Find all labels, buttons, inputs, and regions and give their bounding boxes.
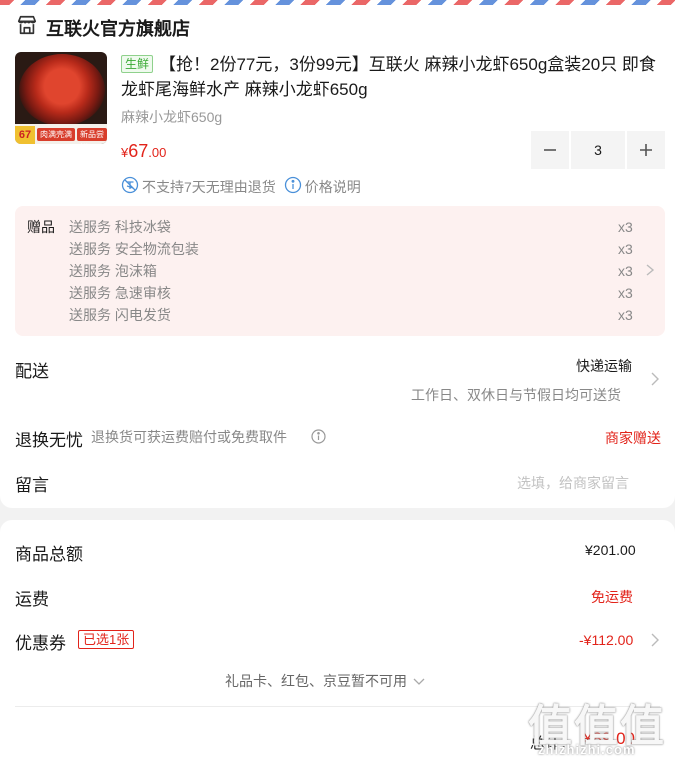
shop-header[interactable]: 互联火官方旗舰店 — [16, 14, 190, 41]
product-spec[interactable]: 麻辣小龙虾650g — [121, 107, 222, 127]
minus-icon — [544, 149, 556, 151]
gift-qty: x3 — [618, 241, 633, 257]
fresh-tag: 生鲜 — [121, 55, 154, 73]
coupon-value[interactable]: -¥112.00 — [579, 632, 633, 648]
shop-name: 互联火官方旗舰店 — [46, 18, 190, 39]
chevron-right-icon — [646, 264, 655, 276]
gift-qty: x3 — [618, 307, 633, 323]
total-value: ¥201.00 — [585, 542, 636, 558]
image-price-badge: 67 — [15, 126, 35, 144]
gift-item: 送服务 科技冰袋 — [69, 219, 171, 235]
shipping-value: 免运费 — [591, 589, 633, 605]
store-icon — [16, 14, 38, 41]
gift-qty: x3 — [618, 219, 633, 235]
delivery-note: 工作日、双休日与节假日均可送货 — [411, 387, 621, 403]
gift-qty: x3 — [618, 285, 633, 301]
product-title[interactable]: 生鲜 【抢！2份77元，3份99元】互联火 麻辣小龙虾650g盒装20只 即食龙虾… — [121, 52, 661, 102]
gift-panel[interactable]: 赠品 送服务 科技冰袋 x3 送服务 安全物流包装 x3 送服务 泡沫箱 x3 … — [15, 206, 665, 336]
gift-item: 送服务 闪电发货 — [69, 307, 171, 323]
product-title-text: 【抢！2份77元，3份99元】互联火 麻辣小龙虾650g盒装20只 即食龙虾尾海… — [121, 55, 656, 99]
returns-desc: 退换货可获运费赔付或免费取件 — [91, 429, 287, 445]
coupon-tag[interactable]: 已选1张 — [78, 630, 135, 649]
delivery-method[interactable]: 快递运输 — [576, 356, 632, 376]
info-icon[interactable] — [284, 176, 305, 197]
decrement-button[interactable] — [531, 131, 569, 169]
delivery-label: 配送 — [15, 362, 49, 381]
chevron-right-icon[interactable] — [649, 632, 661, 648]
no-return-text: 不支持7天无理由退货 — [142, 178, 276, 195]
chevron-right-icon[interactable] — [649, 371, 661, 387]
quantity-stepper: 3 — [531, 131, 665, 169]
message-input[interactable]: 选填，给商家留言 — [517, 473, 629, 493]
product-image[interactable]: 67 肉满壳满 新品尝鲜 — [15, 52, 107, 144]
watermark-site: zhizhizhi.com — [538, 742, 636, 757]
airmail-stripe — [0, 0, 675, 5]
gift-item: 送服务 泡沫箱 — [69, 263, 157, 279]
gift-item: 送服务 急速审核 — [69, 285, 171, 301]
site-watermark: 值 值 值 zhizhizhi.com — [528, 690, 668, 757]
gift-label: 赠品 — [27, 219, 55, 235]
chevron-down-icon — [413, 678, 425, 685]
coupon-label: 优惠券 — [15, 634, 66, 653]
message-label: 留言 — [15, 476, 49, 495]
image-tag: 肉满壳满 — [37, 128, 75, 141]
quantity-input[interactable]: 3 — [571, 131, 625, 169]
info-icon[interactable] — [311, 429, 326, 449]
product-price: ¥67.00 — [121, 141, 167, 161]
gift-qty: x3 — [618, 263, 633, 279]
unavailable-notice[interactable]: 礼品卡、红包、京豆暂不可用 — [225, 671, 426, 691]
returns-status: 商家赠送 — [605, 430, 661, 446]
image-tag: 新品尝鲜 — [77, 128, 107, 144]
price-info-link[interactable]: 价格说明 — [305, 177, 361, 197]
increment-button[interactable] — [627, 131, 665, 169]
returns-label: 退换无忧 — [15, 431, 83, 450]
plus-icon — [640, 144, 652, 156]
gift-item: 送服务 安全物流包装 — [69, 241, 199, 257]
unavailable-text: 礼品卡、红包、京豆暂不可用 — [225, 673, 407, 689]
no-return-icon — [121, 176, 142, 197]
shipping-label: 运费 — [15, 590, 49, 609]
crayfish-plate — [19, 54, 105, 126]
total-label: 商品总额 — [15, 545, 83, 564]
product-notices: 不支持7天无理由退货 价格说明 — [121, 176, 361, 197]
